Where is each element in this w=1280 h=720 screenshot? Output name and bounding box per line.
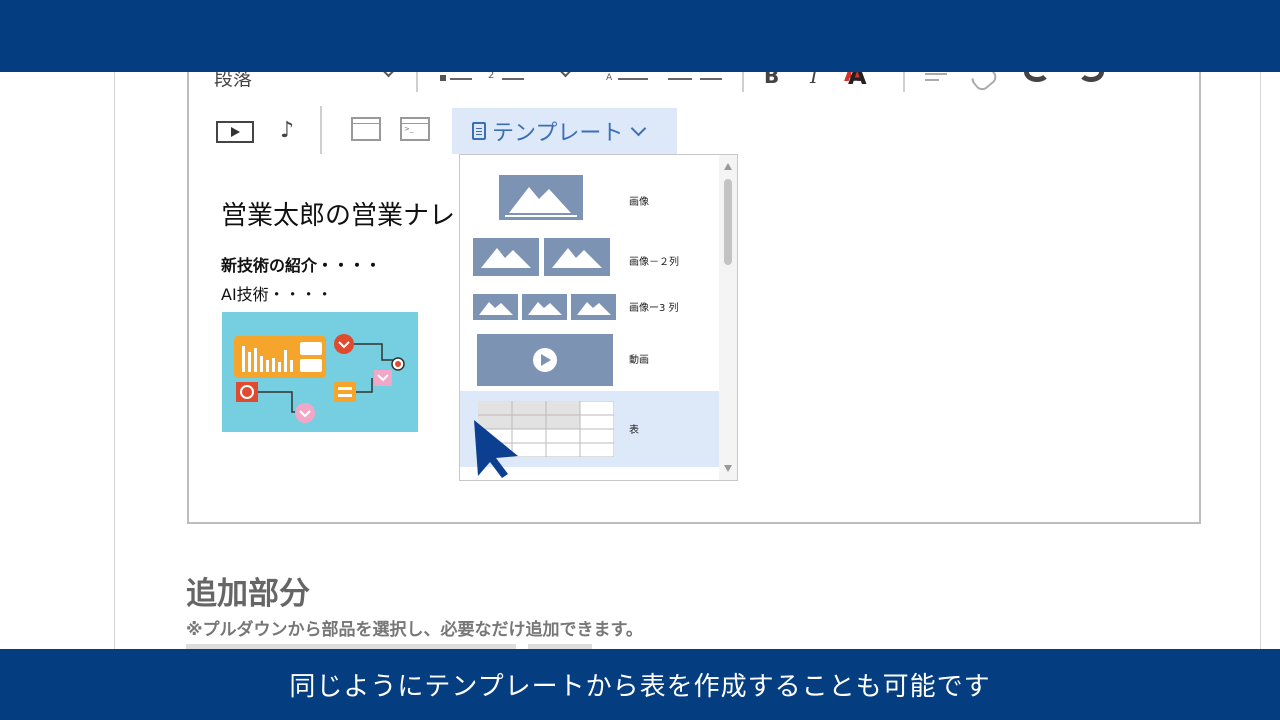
document-icon (472, 122, 486, 140)
bulleted-list-icon[interactable] (440, 74, 474, 82)
template-item-label: 画像ー3 列 (629, 303, 679, 314)
image-thumbnail-icon (498, 174, 584, 221)
scrollbar-thumb[interactable] (724, 179, 732, 265)
image-thumbnail-icon (521, 293, 568, 321)
scroll-up-arrow-icon[interactable] (724, 163, 732, 170)
template-item-label: 画像 (629, 197, 649, 208)
video-icon[interactable] (216, 121, 254, 143)
template-item-video[interactable]: 動画 (460, 331, 720, 387)
document-subheading[interactable]: 新技術の紹介・・・・ (221, 252, 381, 276)
video-thumbnail-icon (476, 333, 614, 387)
workflow-illustration-image[interactable] (222, 312, 418, 432)
template-menu-scrollbar[interactable] (719, 155, 737, 480)
toolbar-separator (320, 106, 322, 154)
caption-text: 同じようにテンプレートから表を作成することも可能です (289, 672, 991, 702)
scroll-down-arrow-icon[interactable] (724, 465, 732, 472)
code-window-icon[interactable]: >_ (400, 117, 430, 141)
toolbar-separator (416, 72, 418, 92)
caption-banner: 同じようにテンプレートから表を作成することも可能です (0, 649, 1280, 720)
template-dropdown-button[interactable]: テンプレート (452, 108, 677, 154)
align-icon[interactable] (668, 78, 724, 80)
template-item-label: 画像－２列 (629, 257, 679, 268)
top-banner (0, 0, 1280, 72)
template-item-label: 表 (629, 425, 639, 436)
music-icon[interactable]: ♪ (280, 118, 294, 143)
font-size-icon[interactable]: A (606, 70, 652, 84)
image-thumbnail-icon (570, 293, 617, 321)
document-title[interactable]: 営業太郎の営業ナレ (221, 195, 455, 232)
image-thumbnail-icon (472, 237, 540, 277)
template-item-image-2col[interactable]: 画像－２列 (460, 233, 720, 281)
document-text[interactable]: AI技術・・・・ (221, 281, 333, 305)
template-button-label: テンプレート (492, 121, 624, 146)
align-left-icon[interactable] (925, 73, 947, 85)
section-note: ※プルダウンから部品を選択し、必要なだけ追加できます。 (186, 620, 643, 640)
chevron-down-icon (631, 120, 647, 136)
numbered-list-icon[interactable]: 2 (488, 70, 528, 84)
window-icon[interactable] (351, 117, 381, 141)
template-item-label: 動画 (629, 355, 649, 366)
template-item-image[interactable]: 画像 (460, 155, 720, 221)
section-title: 追加部分 (186, 576, 310, 612)
toolbar-separator (903, 72, 905, 92)
font-size-marker: A (606, 73, 613, 83)
image-thumbnail-icon (543, 237, 611, 277)
template-item-image-3col[interactable]: 画像ー3 列 (460, 289, 720, 325)
image-thumbnail-icon (472, 293, 519, 321)
mouse-cursor-icon (470, 418, 522, 484)
toolbar-separator (742, 72, 744, 92)
